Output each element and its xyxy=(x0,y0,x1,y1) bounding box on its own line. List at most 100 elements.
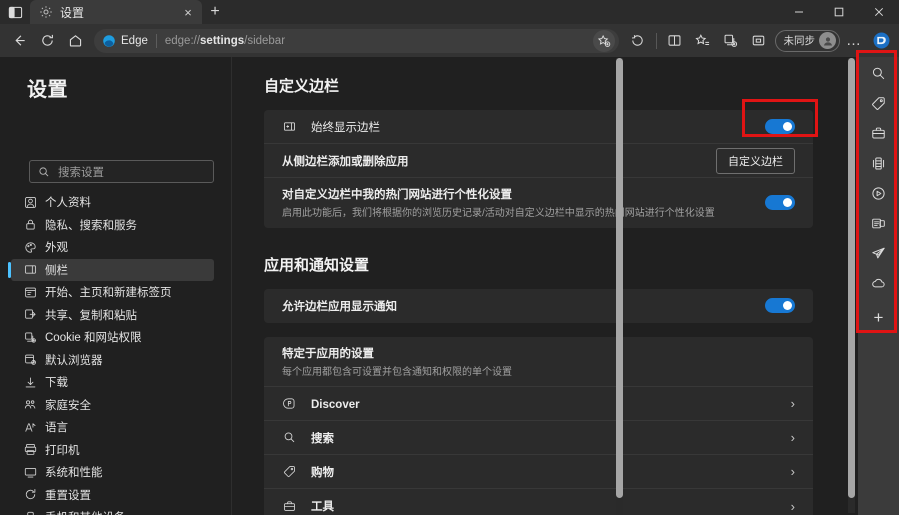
tools-icon xyxy=(282,500,297,513)
rail-shopping-tag-icon[interactable] xyxy=(865,92,893,115)
toggle-knob xyxy=(783,198,792,208)
notifications-card: 允许边栏应用显示通知 xyxy=(264,288,813,323)
sidebar-item-8[interactable]: 默认浏览器 xyxy=(11,349,214,372)
share-copy-icon xyxy=(23,308,37,322)
close-button[interactable] xyxy=(859,0,899,24)
gear-icon xyxy=(39,5,53,19)
row-label: 对自定义边栏中我的热门网站进行个性化设置 xyxy=(282,189,512,201)
scrollbar-thumb[interactable] xyxy=(848,58,855,498)
rail-tools-briefcase-icon[interactable] xyxy=(865,122,893,145)
tab-actions-menu-icon[interactable] xyxy=(0,0,30,24)
rail-add-app-button[interactable]: + xyxy=(865,306,893,329)
app-row-1[interactable]: Discover › xyxy=(264,387,813,421)
row-personalize-top-sites[interactable]: 对自定义边栏中我的热门网站进行个性化设置 启用此功能后，我们将根据你的浏览历史记… xyxy=(264,178,813,228)
sidebar-item-2[interactable]: 隐私、搜索和服务 xyxy=(11,214,214,237)
app-settings-description: 每个应用都包含可设置并包含通知和权限的单个设置 xyxy=(282,366,512,378)
tab-strip: 设置 × + xyxy=(0,0,899,24)
browser-tab[interactable]: 设置 × xyxy=(30,0,202,24)
sidebar-item-12[interactable]: 打印机 xyxy=(11,439,214,462)
close-icon[interactable]: × xyxy=(180,4,196,20)
start-home-icon xyxy=(23,285,37,299)
system-icon xyxy=(23,465,37,479)
app-row-4[interactable]: 工具 › xyxy=(264,489,813,515)
sidebar-item-7[interactable]: Cookie 和网站权限 xyxy=(11,326,214,349)
search-icon xyxy=(38,166,50,178)
toggle-knob xyxy=(783,122,792,131)
copilot-icon[interactable] xyxy=(624,28,652,54)
toggle-allow-notifications[interactable] xyxy=(765,298,795,313)
sidebar-item-13[interactable]: 系统和性能 xyxy=(11,461,214,484)
customize-sidebar-button[interactable]: 自定义边栏 xyxy=(716,147,795,174)
app-settings-header: 特定于应用的设置 每个应用都包含可设置并包含通知和权限的单个设置 xyxy=(264,337,813,387)
collections-icon[interactable] xyxy=(717,28,745,54)
toggle-always-show-sidebar[interactable] xyxy=(765,119,795,134)
app-list: Discover › 搜索 › 购物 › 工具 › xyxy=(264,387,813,515)
content-scrollbar[interactable] xyxy=(616,58,623,515)
app-row-2[interactable]: 搜索 › xyxy=(264,421,813,455)
sidebar-item-6[interactable]: 共享、复制和粘贴 xyxy=(11,304,214,327)
rail-telegram-send-icon[interactable] xyxy=(865,242,893,265)
printer-icon xyxy=(23,443,37,457)
rail-discover-icon[interactable] xyxy=(865,182,893,205)
sidebar-item-5[interactable]: 开始、主页和新建标签页 xyxy=(11,281,214,304)
rail-weather-cloud-icon[interactable] xyxy=(865,272,893,295)
browser-essentials-icon[interactable] xyxy=(745,28,773,54)
edge-brand: Edge xyxy=(102,34,148,48)
url-text: edge://settings/sidebar xyxy=(164,34,286,47)
plus-icon: + xyxy=(873,308,884,327)
browser-window: 设置 × + Edge edge://settings/sidebar 未同步 … xyxy=(0,0,899,515)
sidebar-item-14[interactable]: 重置设置 xyxy=(11,484,214,507)
sidebar-item-15[interactable]: 手机和其他设备 xyxy=(11,506,214,515)
settings-content: 自定义边栏 始终显示边栏 从侧边栏添加或删除应用 自定义边栏 对自定义边栏中我的… xyxy=(232,57,858,515)
sidebar-icon xyxy=(23,263,37,277)
page-scrollbar[interactable] xyxy=(848,58,855,513)
row-text: 允许边栏应用显示通知 xyxy=(282,290,765,322)
row-text: 工具 xyxy=(311,490,791,515)
copilot-sidebar-button[interactable] xyxy=(868,28,894,54)
minimize-button[interactable] xyxy=(779,0,819,24)
row-allow-notifications[interactable]: 允许边栏应用显示通知 xyxy=(264,289,813,323)
sidebar-item-label: 重置设置 xyxy=(45,489,91,502)
copilot-logo-icon xyxy=(873,32,889,49)
new-tab-button[interactable]: + xyxy=(202,0,228,24)
rail-search-icon[interactable] xyxy=(865,62,893,85)
search-input[interactable]: 搜索设置 xyxy=(29,160,214,183)
family-safety-icon xyxy=(23,398,37,412)
row-always-show-sidebar[interactable]: 始终显示边栏 xyxy=(264,110,813,144)
scrollbar-thumb[interactable] xyxy=(616,58,623,498)
sidebar-panel-icon xyxy=(282,120,297,133)
cookie-icon xyxy=(23,330,37,344)
sidebar-item-label: 下载 xyxy=(45,377,68,390)
back-arrow-icon[interactable] xyxy=(5,28,33,54)
sidebar-item-4[interactable]: 侧栏 xyxy=(8,258,214,281)
row-text: 始终显示边栏 xyxy=(311,111,765,143)
sidebar-item-9[interactable]: 下载 xyxy=(11,371,214,394)
download-icon xyxy=(23,375,37,389)
sidebar-item-3[interactable]: 外观 xyxy=(11,236,214,259)
appearance-icon xyxy=(23,240,37,254)
language-icon xyxy=(23,420,37,434)
add-favorite-icon[interactable] xyxy=(592,29,615,52)
avatar xyxy=(819,32,836,49)
maximize-button[interactable] xyxy=(819,0,859,24)
favorites-icon[interactable] xyxy=(689,28,717,54)
rail-games-icon[interactable] xyxy=(865,152,893,175)
address-bar[interactable]: Edge edge://settings/sidebar xyxy=(94,28,619,53)
toggle-personalize-top-sites[interactable] xyxy=(765,195,795,211)
app-row-3[interactable]: 购物 › xyxy=(264,455,813,489)
profile-sync-label: 未同步 xyxy=(783,35,816,47)
sidebar-item-11[interactable]: 语言 xyxy=(11,416,214,439)
sidebar-item-10[interactable]: 家庭安全 xyxy=(11,394,214,417)
edge-sidebar-rail: + xyxy=(858,57,899,515)
more-options-icon[interactable]: … xyxy=(840,28,868,54)
split-screen-icon[interactable] xyxy=(661,28,689,54)
sidebar-item-1[interactable]: 个人资料 xyxy=(11,191,214,214)
profile-icon xyxy=(23,195,37,209)
rail-outlook-icon[interactable] xyxy=(865,212,893,235)
app-settings-title: 特定于应用的设置 xyxy=(282,347,374,360)
refresh-icon[interactable] xyxy=(33,28,61,54)
row-label: 始终显示边栏 xyxy=(311,121,380,134)
reset-icon xyxy=(23,488,37,502)
home-icon[interactable] xyxy=(61,28,89,54)
profile-button[interactable]: 未同步 xyxy=(774,29,840,52)
